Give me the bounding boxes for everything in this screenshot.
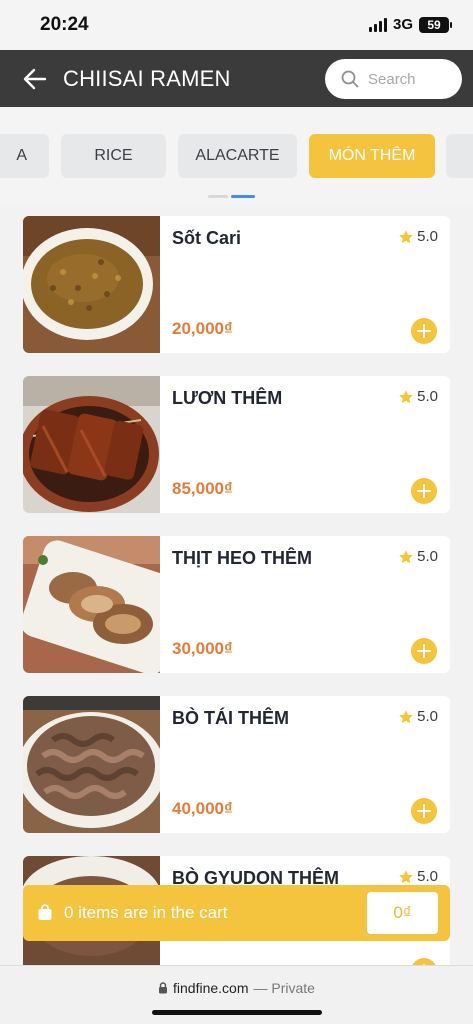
product-card[interactable]: THỊT HEO THÊM 5.0 30,000₫	[23, 536, 450, 673]
plus-icon	[417, 644, 431, 658]
browsing-mode: — Private	[253, 980, 315, 996]
star-icon	[399, 389, 414, 403]
curry-sauce-image	[23, 216, 160, 353]
status-time: 20:24	[40, 14, 89, 35]
rating-value: 5.0	[417, 548, 438, 565]
back-button[interactable]	[18, 62, 52, 96]
product-rating: 5.0	[398, 388, 438, 405]
tab-next-partial[interactable]	[446, 134, 473, 178]
product-price: 85,000₫	[172, 479, 233, 498]
product-price: 40,000₫	[172, 799, 233, 818]
cart-bar[interactable]: 0 items are in the cart 0₫	[23, 885, 450, 941]
arrow-left-icon	[23, 68, 47, 90]
add-to-cart-button[interactable]	[411, 638, 437, 664]
product-rating: 5.0	[398, 228, 438, 245]
product-rating: 5.0	[398, 868, 438, 885]
star-icon	[399, 229, 414, 243]
product-card[interactable]: BÒ TÁI THÊM 5.0 40,000₫	[23, 696, 450, 833]
product-rating: 5.0	[398, 548, 438, 565]
search-placeholder: Search	[368, 70, 416, 88]
tab-alacarte[interactable]: ALACARTE	[178, 134, 297, 178]
product-price: 20,000₫	[172, 319, 233, 338]
add-to-cart-button[interactable]	[411, 798, 437, 824]
url-domain: findfine.com	[173, 980, 249, 996]
product-rating: 5.0	[398, 708, 438, 725]
signal-icon	[368, 17, 387, 32]
star-icon	[399, 709, 414, 723]
product-name: BÒ TÁI THÊM	[172, 708, 289, 728]
product-price: 30,000₫	[172, 639, 233, 658]
plus-icon	[417, 484, 431, 498]
lock-icon	[159, 982, 168, 994]
pork-slices-image	[23, 536, 160, 673]
plus-icon	[417, 324, 431, 338]
add-to-cart-button[interactable]	[411, 318, 437, 344]
product-card[interactable]: LƯƠN THÊM 5.0 85,000₫	[23, 376, 450, 513]
product-card[interactable]: Sốt Cari 5.0 20,000₫	[23, 216, 450, 353]
product-list: Sốt Cari 5.0 20,000₫ LƯƠN THÊM 5.0 85,00…	[0, 207, 473, 967]
address-bar[interactable]: findfine.com — Private	[0, 980, 473, 996]
product-name: Sốt Cari	[172, 228, 242, 248]
browser-toolbar: findfine.com — Private	[0, 965, 473, 1024]
star-icon	[399, 549, 414, 563]
beef-slices-image	[23, 696, 160, 833]
rating-value: 5.0	[417, 388, 438, 405]
search-icon	[341, 70, 359, 88]
cart-summary: 0 items are in the cart	[64, 903, 228, 922]
rating-value: 5.0	[417, 228, 438, 245]
status-bar: 20:24 3G 59	[0, 0, 473, 50]
status-indicators: 3G 59	[368, 16, 452, 33]
star-icon	[399, 869, 414, 883]
grilled-eel-image	[23, 376, 160, 513]
app-header: CHIISAI RAMEN Search	[0, 50, 473, 107]
search-input[interactable]: Search	[325, 59, 462, 99]
shopping-bag-icon	[38, 904, 52, 920]
network-type: 3G	[392, 16, 413, 33]
tab-rice[interactable]: RICE	[61, 134, 166, 178]
product-name: LƯƠN THÊM	[172, 388, 283, 408]
battery-icon: 59	[419, 16, 452, 33]
rating-value: 5.0	[417, 708, 438, 725]
tab-category-a[interactable]: A	[0, 134, 49, 178]
add-to-cart-button[interactable]	[411, 478, 437, 504]
plus-icon	[417, 804, 431, 818]
rating-value: 5.0	[417, 868, 438, 885]
cart-total[interactable]: 0₫	[367, 892, 438, 934]
page-title: CHIISAI RAMEN	[63, 66, 231, 91]
product-name: THỊT HEO THÊM	[172, 548, 312, 568]
category-tabs: A RICE ALACARTE MÓN THÊM	[0, 107, 473, 207]
home-indicator[interactable]	[152, 1010, 322, 1015]
tabs-scroll-indicator	[208, 195, 255, 198]
category-tabs-row[interactable]: A RICE ALACARTE MÓN THÊM	[0, 134, 473, 178]
tab-mon-them[interactable]: MÓN THÊM	[309, 134, 435, 178]
